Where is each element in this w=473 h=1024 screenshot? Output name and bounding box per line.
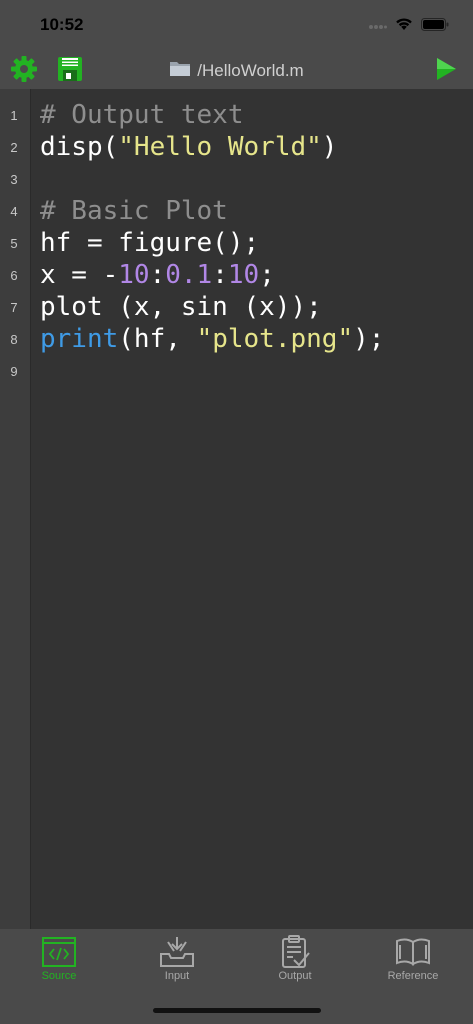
line-number: 1: [10, 108, 18, 123]
status-bar: 10:52: [0, 0, 473, 52]
code-line[interactable]: # Output text: [40, 99, 244, 131]
code-token-number: 0.1: [165, 260, 213, 290]
code-token-plain: (hf,: [118, 324, 197, 354]
code-editor[interactable]: 1 2 3 4 5 6 7 8 9 # Output text disp("Hello World…: [0, 89, 473, 929]
code-line[interactable]: disp("Hello World"): [40, 131, 337, 163]
book-icon: [395, 935, 431, 969]
code-line[interactable]: x = -10:0.1:10;: [40, 259, 275, 291]
code-token-plain: hf = figure();: [40, 228, 260, 258]
code-token-comment: # Output text: [40, 100, 244, 130]
code-token-plain: ): [321, 132, 338, 162]
code-line[interactable]: plot (x, sin (x));: [40, 291, 322, 323]
code-token-number: 10: [118, 260, 150, 290]
input-tray-icon: [159, 935, 195, 969]
code-token-string: "Hello World": [118, 132, 322, 162]
file-name: /HelloWorld.m: [197, 60, 304, 80]
code-token-plain: ;: [259, 260, 275, 290]
tab-input-label: Input: [164, 970, 190, 982]
code-token-comment: # Basic Plot: [40, 196, 228, 226]
status-time: 10:52: [40, 15, 84, 34]
line-number: 7: [10, 300, 18, 315]
tab-reference[interactable]: Reference: [354, 935, 472, 985]
clipboard-check-icon: [277, 935, 313, 969]
code-line[interactable]: print(hf, "plot.png");: [40, 323, 384, 355]
code-token-plain: plot (x, sin (x));: [40, 292, 322, 322]
line-number: 8: [10, 332, 18, 347]
battery-icon: [421, 17, 449, 36]
code-line[interactable]: # Basic Plot: [40, 195, 228, 227]
code-token-plain: disp(: [40, 132, 119, 162]
tab-input[interactable]: Input: [118, 935, 236, 985]
line-number: 4: [10, 204, 18, 219]
app-screen: 10: 5 2 /HelloWorld.m 1 2 3 4 5 6 7 8 9 # …: [0, 0, 473, 1024]
run-button[interactable]: [431, 56, 461, 86]
code-line[interactable]: hf = figure();: [40, 227, 259, 259]
code-icon: [41, 935, 77, 969]
signal-icon: [369, 18, 387, 36]
line-number: 5: [10, 236, 18, 251]
tab-source[interactable]: Source: [0, 935, 118, 985]
home-indicator: [153, 1008, 321, 1013]
code-token-plain: :: [149, 260, 166, 290]
wifi-icon: [395, 17, 413, 36]
line-number: 6: [10, 268, 18, 283]
tab-source-label: Source: [41, 970, 77, 982]
line-number: 2: [10, 140, 18, 155]
code-token-plain: :: [212, 260, 228, 290]
file-title: /HelloWorld.m: [0, 59, 473, 82]
tab-output-label: Output: [278, 970, 312, 982]
code-token-plain: x = -: [40, 260, 119, 290]
folder-icon: [169, 59, 191, 82]
play-icon: [434, 56, 458, 87]
code-token-string: "plot.png": [196, 324, 354, 354]
code-token-plain: );: [353, 324, 385, 354]
tab-output[interactable]: Output: [236, 935, 354, 985]
status-icons: [369, 17, 449, 36]
line-number-gutter: 1 2 3 4 5 6 7 8 9: [0, 89, 31, 929]
code-token-number: 10: [227, 260, 260, 290]
toolbar: /HelloWorld.m: [0, 52, 473, 89]
line-number: 9: [10, 364, 18, 379]
tab-reference-label: Reference: [387, 970, 439, 982]
code-token-keyword: print: [40, 324, 119, 354]
line-number: 3: [10, 172, 18, 187]
